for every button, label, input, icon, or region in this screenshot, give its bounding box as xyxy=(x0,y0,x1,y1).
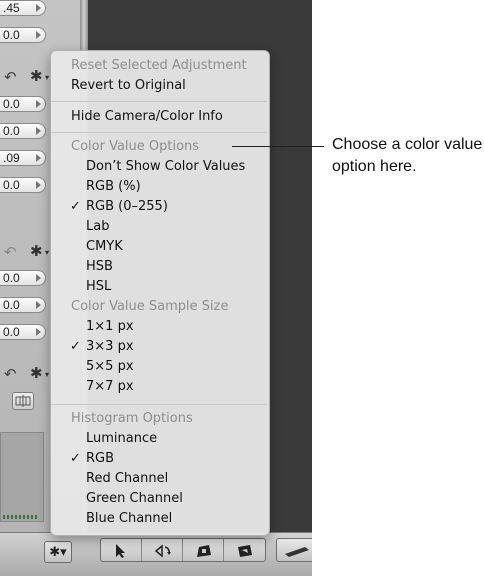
menu-item-histogram-option[interactable]: Red Channel xyxy=(86,469,302,489)
gear-icon[interactable]: ✱ xyxy=(30,242,43,260)
chevron-down-icon[interactable]: ▾ xyxy=(45,248,49,257)
straighten-icon xyxy=(197,545,211,557)
increment-arrow-icon[interactable] xyxy=(36,31,41,39)
lift-stamp-button[interactable] xyxy=(276,538,312,562)
filmstrip-button[interactable] xyxy=(12,392,34,410)
menu-item-color-value-option[interactable]: RGB (%) xyxy=(86,177,302,197)
menu-separator xyxy=(51,404,267,405)
menu-item-revert-to-original[interactable]: Revert to Original xyxy=(71,76,287,96)
filmstrip-icon xyxy=(15,395,31,407)
increment-arrow-icon[interactable] xyxy=(36,127,41,135)
menu-item-color-value-option[interactable]: CMYK xyxy=(86,237,302,257)
increment-arrow-icon[interactable] xyxy=(36,154,41,162)
gear-menu-button[interactable]: ✱▾ xyxy=(44,541,72,563)
menu-item-histogram-option[interactable]: Blue Channel xyxy=(86,509,302,529)
rotate-tool-button[interactable] xyxy=(142,539,183,561)
increment-arrow-icon[interactable] xyxy=(36,4,41,12)
tool-button-group xyxy=(100,538,266,562)
increment-arrow-icon[interactable] xyxy=(36,274,41,282)
value-field[interactable]: 0.0 xyxy=(0,324,46,340)
menu-item-hide-camera-color-info[interactable]: Hide Camera/Color Info xyxy=(71,107,287,127)
value-field[interactable]: 0.0 xyxy=(0,27,46,43)
increment-arrow-icon[interactable] xyxy=(36,181,41,189)
value-field[interactable]: .09 xyxy=(0,150,46,166)
gear-icon: ✱▾ xyxy=(49,544,67,559)
checkmark-icon: ✓ xyxy=(70,451,81,466)
value-field[interactable]: 0.0 xyxy=(0,297,46,313)
menu-item-color-value-option[interactable]: HSB xyxy=(86,257,302,277)
pointer-tool-button[interactable] xyxy=(101,539,142,561)
value-field[interactable]: 0.0 xyxy=(0,177,46,193)
gear-icon[interactable]: ✱ xyxy=(30,67,43,85)
chevron-down-icon[interactable]: ▾ xyxy=(45,370,49,379)
menu-item-color-value-option[interactable]: Don’t Show Color Values xyxy=(86,157,302,177)
histogram-bars xyxy=(3,515,39,519)
chevron-down-icon[interactable]: ▾ xyxy=(45,73,49,82)
menu-item-histogram-option-selected[interactable]: RGB xyxy=(86,449,302,469)
crop-icon xyxy=(238,545,252,557)
increment-arrow-icon[interactable] xyxy=(36,100,41,108)
value-field[interactable]: 0.0 xyxy=(0,96,46,112)
value-field[interactable]: 0.0 xyxy=(0,123,46,139)
rotate-icon xyxy=(154,544,171,558)
section-header-color-value-options: Color Value Options xyxy=(71,139,200,154)
menu-separator xyxy=(51,101,267,102)
section-header-histogram-options: Histogram Options xyxy=(71,411,193,426)
straighten-tool-button[interactable] xyxy=(183,539,224,561)
section-header-sample-size: Color Value Sample Size xyxy=(71,299,229,314)
callout-annotation: Choose a color value option here. xyxy=(332,136,483,175)
gear-icon[interactable]: ✱ xyxy=(30,364,43,382)
menu-item-sample-size[interactable]: 1×1 px xyxy=(86,317,302,337)
menu-item-color-value-option[interactable]: Lab xyxy=(86,217,302,237)
value-field[interactable]: .45 xyxy=(0,0,46,16)
menu-item-histogram-option[interactable]: Luminance xyxy=(86,429,302,449)
menu-item-sample-size-selected[interactable]: 3×3 px xyxy=(86,337,302,357)
checkmark-icon: ✓ xyxy=(70,339,81,354)
color-info-context-menu: Reset Selected Adjustment Revert to Orig… xyxy=(50,50,270,536)
menu-item-sample-size[interactable]: 5×5 px xyxy=(86,357,302,377)
checkmark-icon: ✓ xyxy=(70,199,81,214)
lift-stamp-icon xyxy=(285,547,309,557)
pointer-icon xyxy=(116,544,125,558)
bottom-toolbar: ✱▾ xyxy=(0,532,312,576)
histogram xyxy=(0,432,44,522)
menu-item-histogram-option[interactable]: Green Channel xyxy=(86,489,302,509)
menu-item-sample-size[interactable]: 7×7 px xyxy=(86,377,302,397)
crop-tool-button[interactable] xyxy=(224,539,265,561)
increment-arrow-icon[interactable] xyxy=(36,301,41,309)
menu-separator xyxy=(51,132,267,133)
undo-icon[interactable]: ↶ xyxy=(4,243,17,261)
increment-arrow-icon[interactable] xyxy=(36,328,41,336)
undo-icon[interactable]: ↶ xyxy=(4,68,17,86)
menu-item-reset-selected-adjustment: Reset Selected Adjustment xyxy=(71,58,247,73)
callout-leader-line xyxy=(232,146,324,147)
menu-item-color-value-option[interactable]: HSL xyxy=(86,277,302,297)
menu-item-color-value-option-selected[interactable]: RGB (0–255) xyxy=(86,197,302,217)
value-field[interactable]: 0.0 xyxy=(0,270,46,286)
undo-icon[interactable]: ↶ xyxy=(4,365,17,383)
